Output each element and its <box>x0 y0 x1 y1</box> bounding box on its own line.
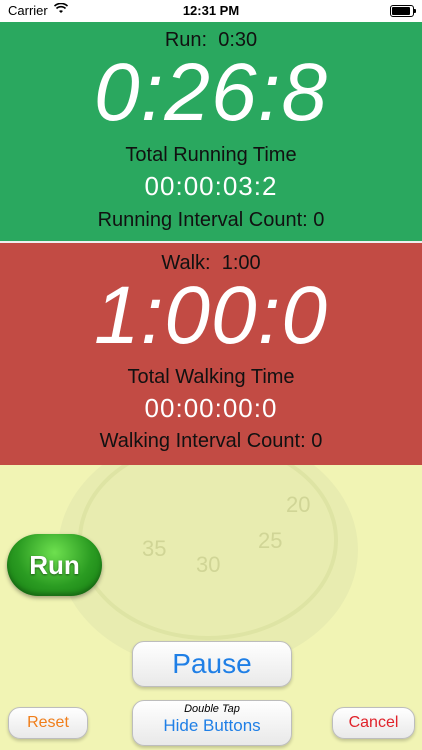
hide-buttons-button[interactable]: Double Tap Hide Buttons <box>132 700 292 746</box>
total-running-time-value: 00:00:03:2 <box>144 171 278 201</box>
run-timer: 0:26:8 <box>94 47 328 138</box>
status-bar: Carrier 12:31 PM <box>0 0 422 22</box>
total-walking-time-value: 00:00:00:0 <box>144 393 278 423</box>
pause-button[interactable]: Pause <box>132 641 292 687</box>
run-button[interactable]: Run <box>7 534 102 596</box>
cancel-button[interactable]: Cancel <box>332 707 415 739</box>
walk-timer: 1:00:0 <box>94 270 328 361</box>
walk-panel: Walk: 1:00 1:00:0 Total Walking Time 00:… <box>0 243 422 465</box>
status-time: 12:31 PM <box>182 3 240 18</box>
battery-icon <box>390 5 416 17</box>
watch-number: 25 <box>258 528 283 553</box>
stopwatch-background-image: 20 25 30 35 <box>58 430 358 670</box>
watch-number: 30 <box>196 552 221 577</box>
running-interval-count: Running Interval Count: 0 <box>97 209 325 231</box>
total-walking-time-label: Total Walking Time <box>127 366 295 388</box>
hide-buttons-label: Hide Buttons <box>163 716 261 735</box>
total-running-time-label: Total Running Time <box>125 144 297 166</box>
double-tap-hint: Double Tap <box>184 703 240 715</box>
walking-interval-count-value: 0 <box>311 430 323 452</box>
watch-number: 35 <box>142 536 167 561</box>
reset-button[interactable]: Reset <box>8 707 88 739</box>
watch-number: 20 <box>286 492 311 517</box>
stopwatch-ring <box>78 440 338 640</box>
run-panel: Run: 0:30 0:26:8 Total Running Time 00:0… <box>0 22 422 241</box>
running-interval-count-value: 0 <box>313 209 325 231</box>
walking-interval-count: Walking Interval Count: 0 <box>99 430 323 452</box>
